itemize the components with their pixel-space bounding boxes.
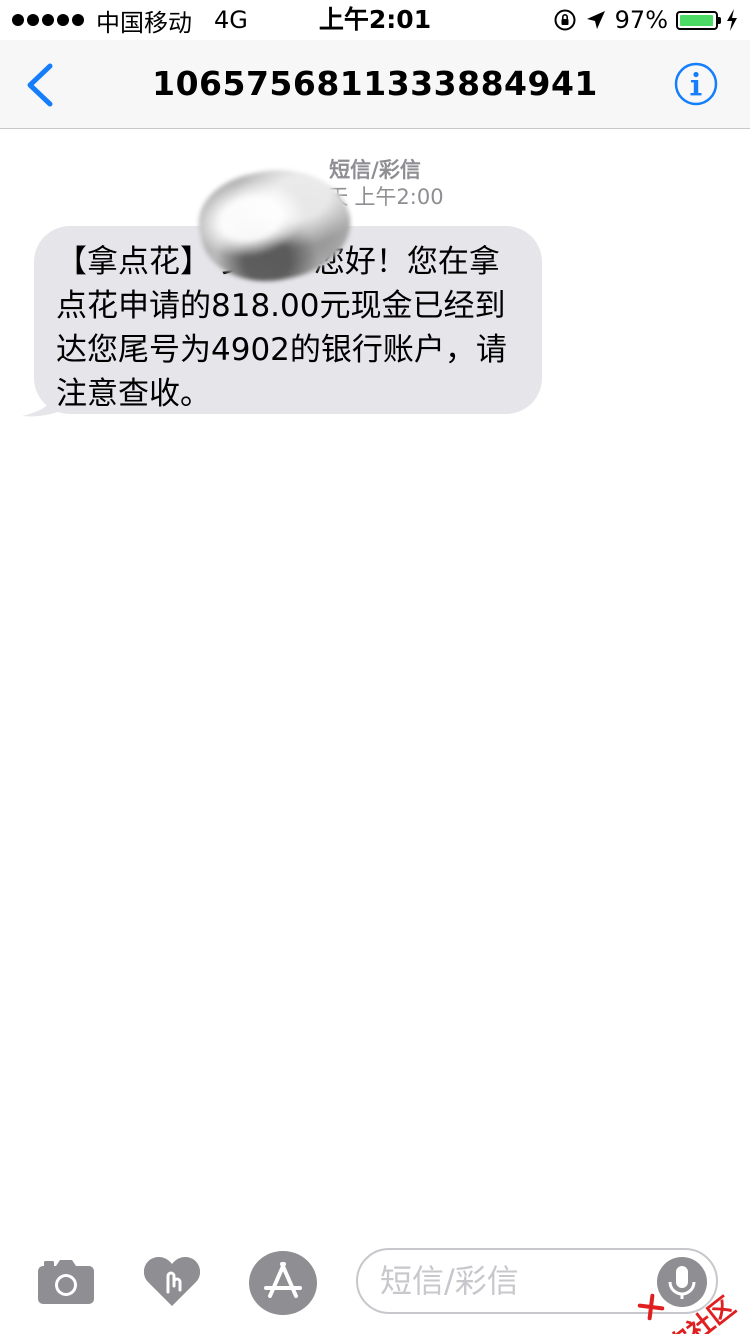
rotation-lock-icon bbox=[553, 8, 577, 32]
app-store-button[interactable] bbox=[248, 1248, 318, 1318]
conversation-title: 10657568113338849​41 bbox=[152, 64, 598, 103]
message-timestamp: 今天上午2:00 bbox=[0, 181, 750, 211]
app-store-icon bbox=[249, 1251, 317, 1315]
battery-icon bbox=[676, 10, 721, 30]
camera-icon bbox=[38, 1260, 94, 1304]
charging-bolt-icon bbox=[726, 9, 738, 31]
messages-screen: 中国移动 4G 上午2:01 97% bbox=[0, 0, 750, 1334]
timestamp-time: 上午2:00 bbox=[354, 185, 444, 209]
info-icon bbox=[674, 62, 718, 106]
status-bar: 中国移动 4G 上午2:01 97% bbox=[0, 0, 750, 40]
navigation-bar: 10657568113338849​41 bbox=[0, 40, 750, 129]
digital-touch-icon bbox=[143, 1256, 201, 1306]
message-type-label: 短信/彩信 bbox=[329, 158, 421, 182]
battery-fill bbox=[680, 14, 713, 26]
info-button[interactable] bbox=[674, 62, 718, 106]
battery-percent: 97% bbox=[614, 6, 668, 34]
input-bar bbox=[0, 1234, 750, 1334]
microphone-button[interactable] bbox=[656, 1256, 708, 1308]
digital-touch-button[interactable] bbox=[142, 1252, 202, 1310]
microphone-icon bbox=[657, 1257, 707, 1307]
location-arrow-icon bbox=[585, 9, 607, 31]
status-right: 97% bbox=[553, 6, 738, 34]
camera-button[interactable] bbox=[36, 1256, 96, 1306]
